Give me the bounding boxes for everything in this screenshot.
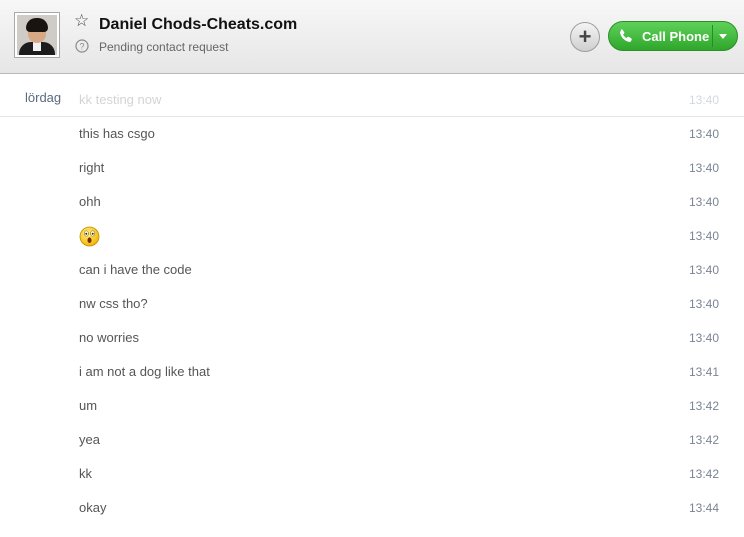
message-time: 13:40 bbox=[688, 263, 719, 277]
contact-status: Pending contact request bbox=[99, 40, 229, 54]
message-list[interactable]: lördag kk testing now 13:40 this has csg… bbox=[0, 75, 744, 537]
message-time: 13:42 bbox=[688, 467, 719, 481]
message-text: ohh bbox=[79, 194, 101, 209]
message-time: 13:44 bbox=[688, 501, 719, 515]
message-text: this has csgo bbox=[79, 126, 155, 141]
message-row: okay 13:44 bbox=[0, 491, 744, 525]
phone-icon bbox=[620, 29, 632, 42]
message-row: i am not a dog like that 13:41 bbox=[0, 355, 744, 389]
contact-avatar[interactable] bbox=[14, 12, 60, 58]
pending-status-icon: ? bbox=[75, 39, 89, 53]
message-row: um 13:42 bbox=[0, 389, 744, 423]
svg-text:?: ? bbox=[79, 42, 84, 52]
message-text: yea bbox=[79, 432, 100, 447]
message-row: kk 13:42 bbox=[0, 457, 744, 491]
message-row: right 13:40 bbox=[0, 151, 744, 185]
message-text: kk testing now bbox=[79, 92, 162, 107]
message-text: right bbox=[79, 160, 105, 175]
message-text: kk bbox=[79, 466, 92, 481]
message-time: 13:40 bbox=[688, 229, 719, 243]
avatar-photo bbox=[17, 15, 57, 55]
message-text: i am not a dog like that bbox=[79, 364, 210, 379]
add-participant-button[interactable]: + bbox=[570, 22, 600, 52]
message-row: no worries 13:40 bbox=[0, 321, 744, 355]
message-text: okay bbox=[79, 500, 107, 515]
shocked-emoji-icon bbox=[79, 226, 100, 247]
message-time: 13:40 bbox=[688, 297, 719, 311]
message-time: 13:40 bbox=[688, 195, 719, 209]
favorite-star-icon[interactable]: ☆ bbox=[74, 13, 91, 30]
call-phone-label: Call Phone bbox=[642, 29, 710, 44]
message-time: 13:40 bbox=[688, 161, 719, 175]
message-time: 13:42 bbox=[688, 399, 719, 413]
message-time: 13:40 bbox=[688, 93, 719, 107]
message-row: can i have the code 13:40 bbox=[0, 253, 744, 287]
message-row: 13:40 bbox=[0, 219, 744, 253]
message-text: um bbox=[79, 398, 98, 413]
message-time: 13:42 bbox=[688, 433, 719, 447]
chevron-down-icon[interactable] bbox=[719, 34, 727, 39]
message-text: no worries bbox=[79, 330, 139, 345]
message-time: 13:40 bbox=[688, 127, 719, 141]
message-row: kk testing now 13:40 bbox=[0, 83, 744, 117]
message-row: this has csgo 13:40 bbox=[0, 117, 744, 151]
contact-name: Daniel Chods-Cheats.com bbox=[99, 16, 298, 33]
message-row: yea 13:42 bbox=[0, 423, 744, 457]
message-text: can i have the code bbox=[79, 262, 192, 277]
conversation-header: ☆ Daniel Chods-Cheats.com ? Pending cont… bbox=[0, 0, 744, 74]
message-row: nw css tho? 13:40 bbox=[0, 287, 744, 321]
message-text: nw css tho? bbox=[79, 296, 148, 311]
message-time: 13:41 bbox=[688, 365, 719, 379]
message-time: 13:40 bbox=[688, 331, 719, 345]
call-phone-button[interactable]: Call Phone bbox=[608, 21, 738, 51]
message-row: ohh 13:40 bbox=[0, 185, 744, 219]
call-button-divider bbox=[712, 25, 713, 47]
